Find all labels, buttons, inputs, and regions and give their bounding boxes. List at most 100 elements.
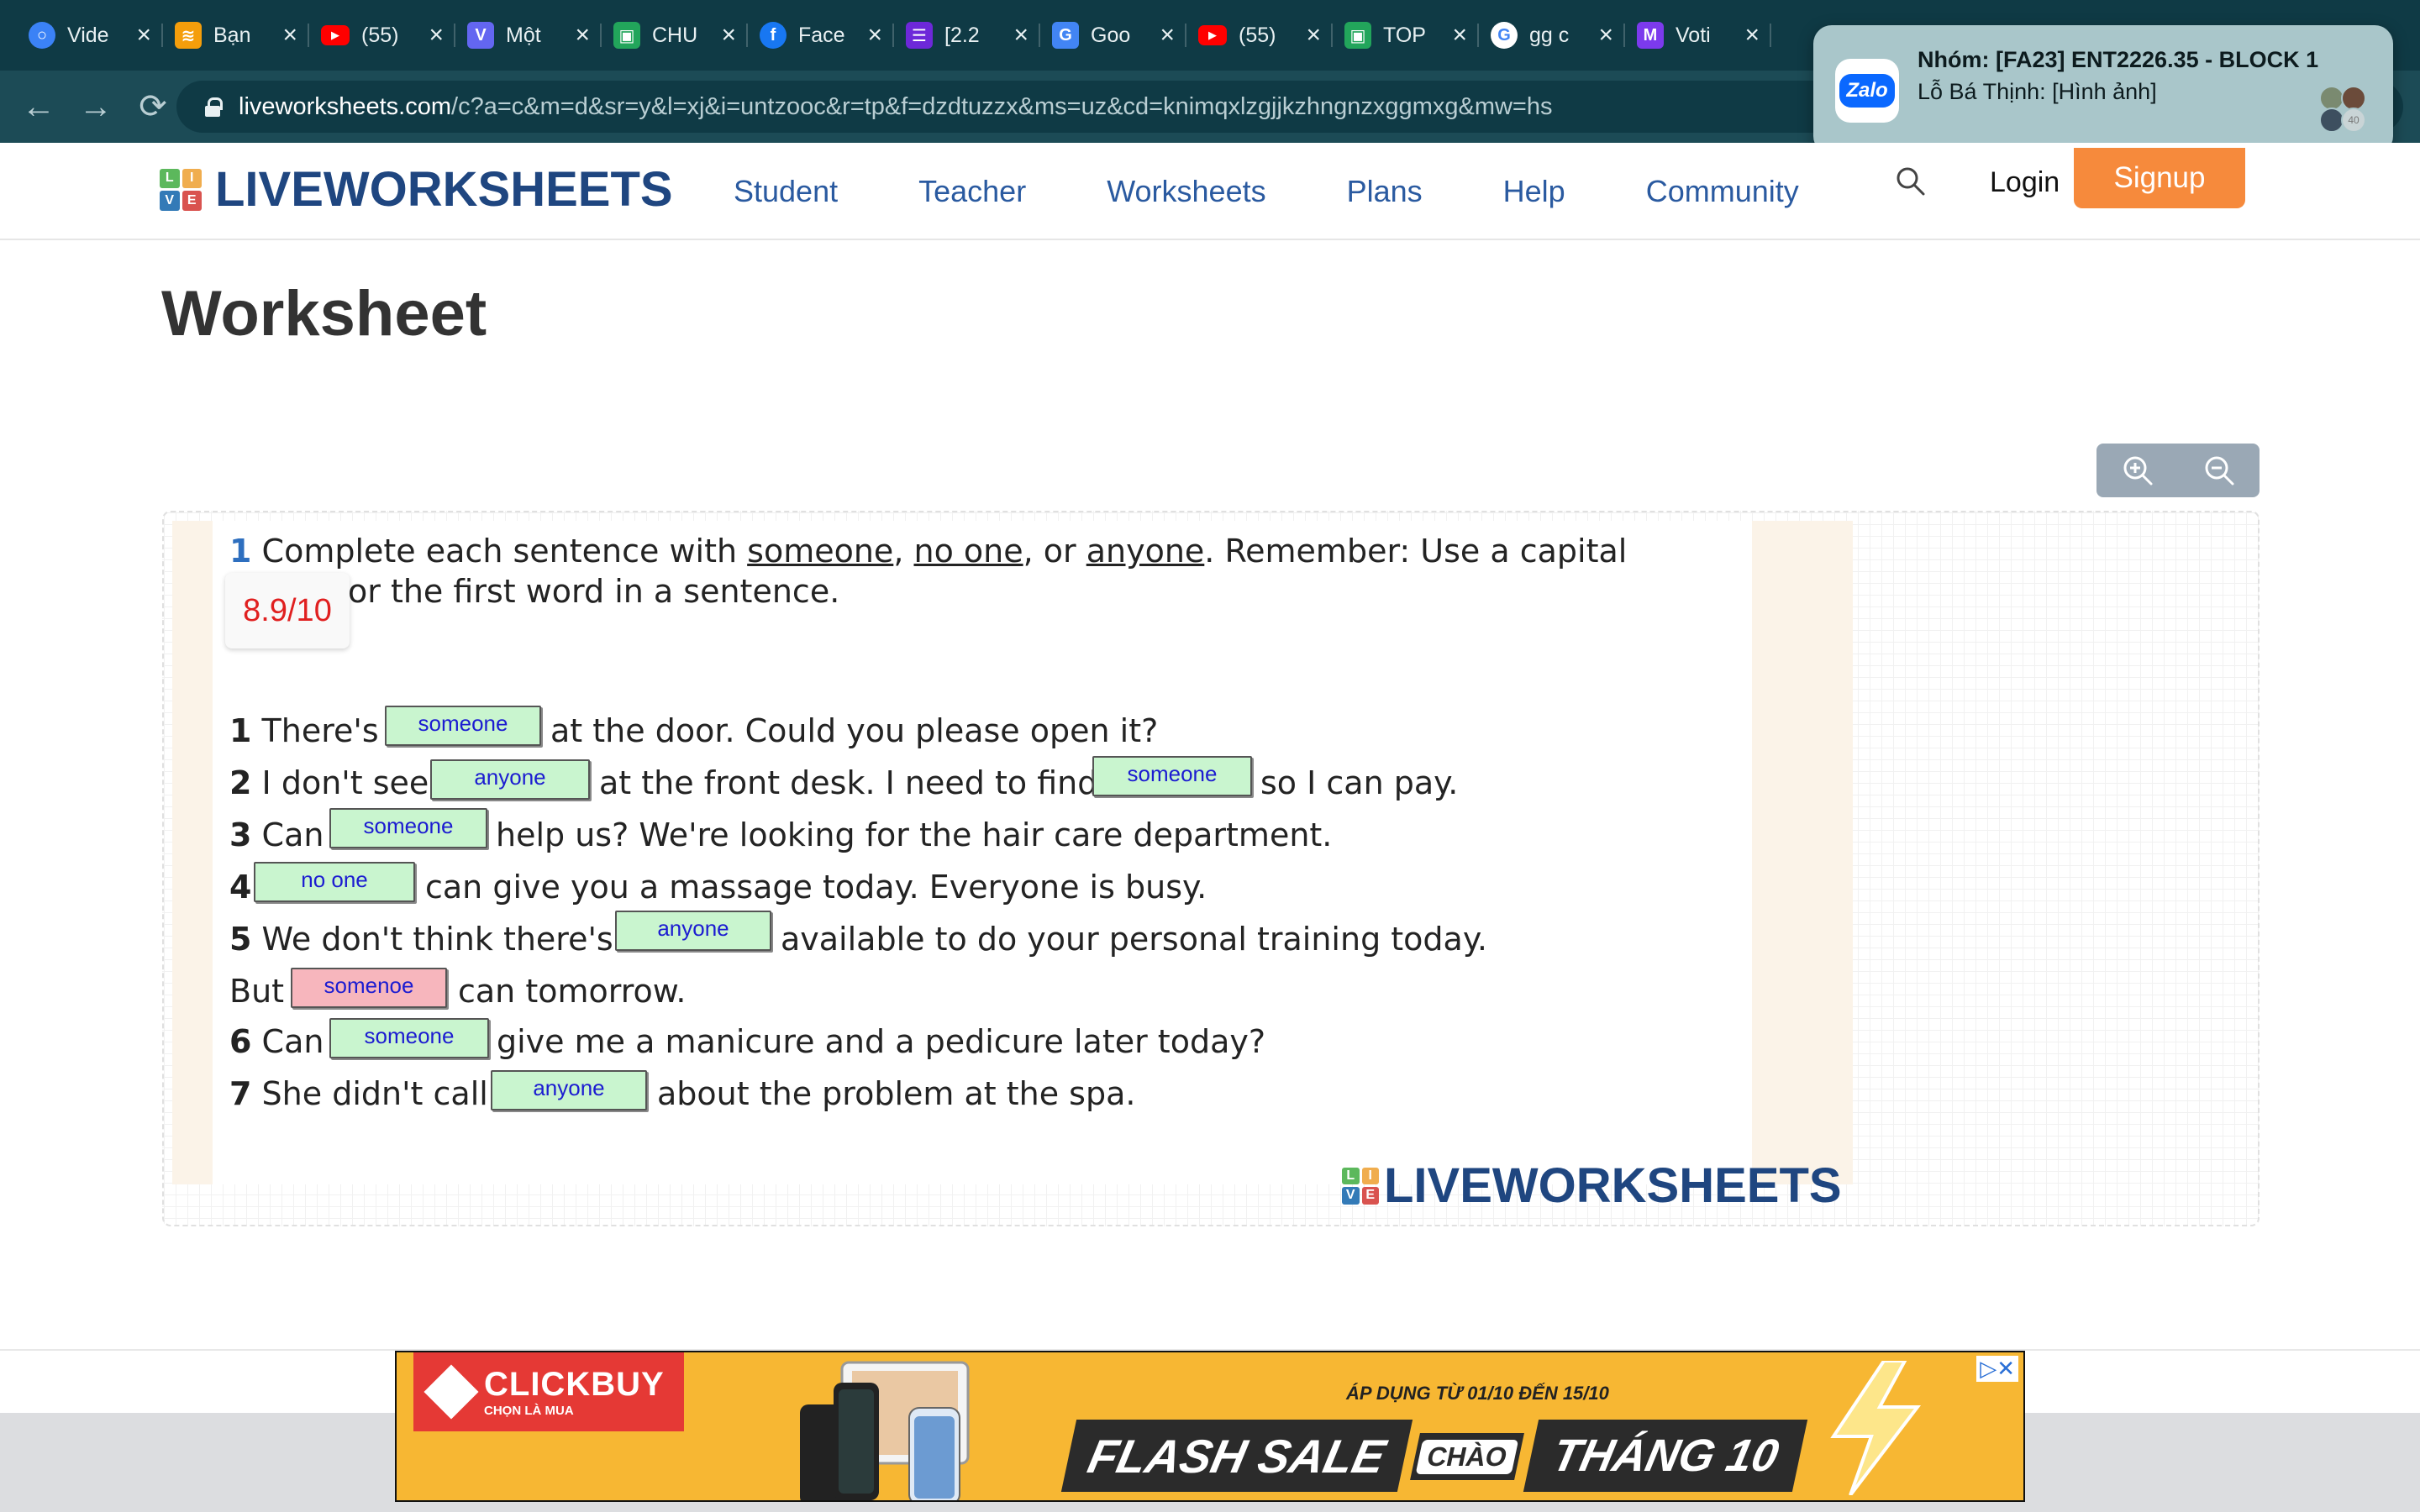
browser-tab-label: (55) — [361, 23, 399, 47]
question-2-rest: so I can pay. — [1260, 764, 1459, 801]
worksheet-instruction: 1 Complete each sentence with someone, n… — [229, 533, 1628, 570]
answer-field-q2a[interactable]: anyone — [430, 759, 590, 800]
answer-field-q7[interactable]: anyone — [491, 1070, 647, 1110]
signup-button[interactable]: Signup — [2074, 148, 2245, 208]
browser-tab[interactable]: ▣ CHU × — [602, 10, 748, 60]
browser-tab[interactable]: M Voti × — [1625, 10, 1771, 60]
answer-field-q6[interactable]: someone — [329, 1018, 489, 1058]
ad-date-text: ÁP DỤNG TỪ 01/10 ĐẾN 15/10 — [1346, 1383, 1609, 1404]
forward-icon[interactable]: → — [67, 88, 124, 126]
close-icon[interactable]: × — [721, 21, 736, 50]
close-icon[interactable]: × — [1452, 21, 1467, 50]
answer-field-q5[interactable]: anyone — [615, 911, 771, 951]
question-7-rest: about the problem at the spa. — [657, 1075, 1136, 1112]
browser-tab[interactable]: ▶ (55) × — [1186, 10, 1333, 60]
nav-plans[interactable]: Plans — [1347, 174, 1423, 209]
devices-image — [800, 1361, 970, 1500]
page-title: Worksheet — [161, 278, 487, 349]
question-5b-rest: can tomorrow. — [458, 973, 687, 1010]
clickbuy-diamond-icon — [424, 1364, 479, 1420]
search-icon[interactable] — [1894, 165, 1928, 198]
advertisement-banner[interactable]: CLICKBUY CHỌN LÀ MUA ÁP DỤNG TỪ 01/10 ĐẾ… — [395, 1351, 2025, 1502]
answer-field-q4[interactable]: no one — [254, 862, 415, 902]
question-2: 2 I don't see — [229, 764, 429, 801]
browser-tab[interactable]: ▣ TOP × — [1333, 10, 1479, 60]
back-icon[interactable]: ← — [10, 88, 67, 126]
browser-tab-label: TOP — [1383, 23, 1426, 47]
ad-chao: CHÀO — [1410, 1433, 1524, 1480]
nav-student[interactable]: Student — [734, 174, 838, 209]
zalo-logo-icon: Zalo — [1835, 59, 1899, 123]
worksheet-instruction-cont: or the first word in a sentence. — [348, 573, 840, 610]
browser-tab-label: Face — [798, 23, 845, 47]
close-icon[interactable]: × — [1160, 21, 1175, 50]
answer-field-q1[interactable]: someone — [385, 706, 541, 746]
youtube-icon: ▶ — [1198, 25, 1227, 45]
answer-field-q5b[interactable]: somenoe — [291, 968, 447, 1008]
close-icon[interactable]: × — [867, 21, 882, 50]
site-header: L I V E LIVEWORKSHEETS Student Teacher W… — [0, 143, 2420, 240]
zoom-out-icon[interactable] — [2202, 454, 2236, 487]
question-1-rest: at the door. Could you please open it? — [550, 712, 1159, 749]
stack-icon: ≋ — [175, 22, 202, 49]
browser-tab[interactable]: Ggg c × — [1479, 10, 1625, 60]
browser-tab-label: CHU — [652, 23, 698, 47]
url-host: liveworksheets.com — [239, 92, 452, 120]
browser-tab-label: [2.2 — [944, 23, 980, 47]
ad-close-icon[interactable]: ▷✕ — [1976, 1356, 2018, 1382]
brand-name: LIVEWORKSHEETS — [215, 162, 673, 217]
lightning-bolt-icon — [1830, 1361, 1922, 1495]
lock-icon — [205, 97, 223, 117]
close-icon[interactable]: × — [282, 21, 297, 50]
browser-tab-label: Voti — [1676, 23, 1711, 47]
answer-field-q2b[interactable]: someone — [1092, 756, 1252, 796]
youtube-icon: ▶ — [321, 25, 350, 45]
close-icon[interactable]: × — [575, 21, 590, 50]
close-icon[interactable]: × — [136, 21, 151, 50]
browser-tab-label: gg c — [1529, 23, 1570, 47]
browser-tab-label: Vide — [67, 23, 109, 47]
url-path: /c?a=c&m=d&sr=y&l=xj&i=untzooc&r=tp&f=dz… — [451, 92, 1553, 120]
m-icon: M — [1637, 22, 1664, 49]
close-icon[interactable]: × — [1013, 21, 1028, 50]
notification-title: Nhóm: [FA23] ENT2226.35 - BLOCK 1 — [1918, 47, 2319, 72]
logo-grid-icon: L I V E — [160, 168, 202, 211]
reload-icon[interactable]: ⟳ — [124, 87, 182, 126]
ad-month: THÁNG 10 — [1523, 1420, 1808, 1492]
clickbuy-logo: CLICKBUY CHỌN LÀ MUA — [413, 1352, 684, 1431]
zoom-controls — [2096, 444, 2260, 497]
logo-grid-icon: L I V E — [1342, 1167, 1379, 1205]
zoom-in-icon[interactable] — [2121, 454, 2154, 487]
list-icon: ☰ — [906, 22, 933, 49]
site-logo[interactable]: L I V E LIVEWORKSHEETS — [160, 161, 673, 218]
group-avatar: 40 — [2319, 86, 2373, 134]
browser-tab[interactable]: ○ Vide × — [17, 10, 163, 60]
browser-tab-label: Bạn — [213, 23, 251, 47]
question-7: 7 She didn't call — [229, 1075, 488, 1112]
browser-tab[interactable]: ≋ Bạn × — [163, 10, 309, 60]
classroom-icon: ▣ — [613, 22, 640, 49]
close-icon[interactable]: × — [1598, 21, 1613, 50]
login-link[interactable]: Login — [1990, 166, 2060, 199]
circle-icon: ○ — [29, 22, 55, 49]
close-icon[interactable]: × — [429, 21, 444, 50]
nav-help[interactable]: Help — [1503, 174, 1565, 209]
question-3-rest: help us? We're looking for the hair care… — [496, 816, 1333, 853]
browser-tab-label: (55) — [1239, 23, 1276, 47]
browser-tab[interactable]: f Face × — [748, 10, 894, 60]
browser-tab[interactable]: ▶ (55) × — [309, 10, 455, 60]
close-icon[interactable]: × — [1306, 21, 1321, 50]
nav-teacher[interactable]: Teacher — [918, 174, 1026, 209]
browser-tab[interactable]: ☰ [2.2 × — [894, 10, 1040, 60]
translate-icon: G — [1052, 22, 1079, 49]
browser-tab[interactable]: G Goo × — [1040, 10, 1186, 60]
answer-field-q3[interactable]: someone — [329, 808, 487, 848]
google-icon: G — [1491, 22, 1518, 49]
question-3: 3 Can — [229, 816, 324, 853]
nav-worksheets[interactable]: Worksheets — [1107, 174, 1265, 209]
browser-tab[interactable]: V Một × — [455, 10, 602, 60]
close-icon[interactable]: × — [1744, 21, 1760, 50]
nav-community[interactable]: Community — [1646, 174, 1799, 209]
question-5-rest: available to do your personal training t… — [781, 921, 1487, 958]
zalo-notification[interactable]: Zalo Nhóm: [FA23] ENT2226.35 - BLOCK 1 L… — [1813, 25, 2393, 155]
